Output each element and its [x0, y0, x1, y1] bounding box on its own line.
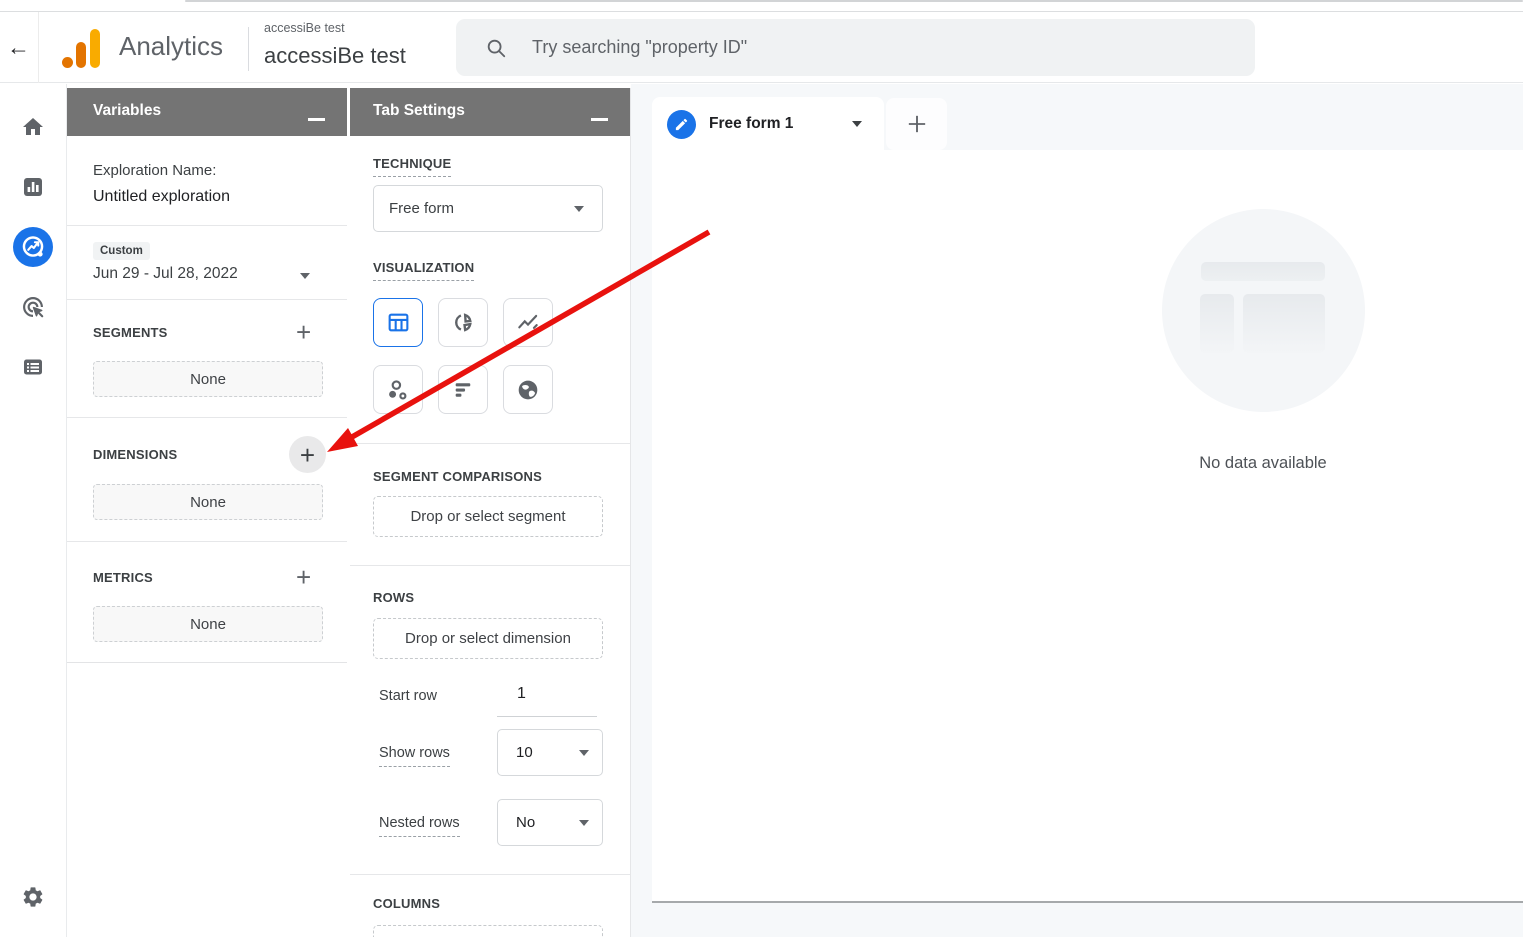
- exploration-name-value[interactable]: Untitled exploration: [93, 188, 230, 206]
- show-rows-select[interactable]: 10: [497, 729, 603, 776]
- header-divider: [248, 27, 249, 71]
- tab-settings-panel: Tab Settings TECHNIQUE Free form VISUALI…: [350, 88, 631, 937]
- segments-none-chip[interactable]: None: [93, 361, 323, 397]
- tab-settings-title: Tab Settings: [373, 102, 465, 120]
- nav-reports-icon[interactable]: [13, 167, 53, 207]
- rows-drop-target[interactable]: Drop or select dimension: [373, 618, 603, 659]
- tab-label: Free form 1: [709, 115, 793, 133]
- edit-pencil-icon: [667, 110, 696, 139]
- browser-top-strip: [0, 0, 1523, 12]
- start-row-underline: [497, 716, 597, 717]
- report-canvas: No data available: [652, 150, 1523, 903]
- date-caret-icon: [300, 273, 310, 279]
- viz-line-chart-icon[interactable]: [503, 298, 553, 347]
- show-rows-value: 10: [516, 744, 533, 761]
- nav-home-icon[interactable]: [13, 107, 53, 147]
- nested-rows-label: Nested rows: [379, 815, 460, 837]
- dimensions-none-chip[interactable]: None: [93, 484, 323, 520]
- show-rows-label: Show rows: [379, 745, 450, 767]
- tab-caret-icon[interactable]: [852, 121, 862, 127]
- minimize-tab-settings-button[interactable]: [591, 118, 608, 121]
- search-input[interactable]: [532, 37, 1182, 58]
- add-tab-button[interactable]: [886, 98, 947, 150]
- viz-geo-map-icon[interactable]: [503, 365, 553, 414]
- technique-select[interactable]: Free form: [373, 185, 603, 232]
- product-name: Analytics: [119, 31, 223, 62]
- back-icon[interactable]: ←: [7, 34, 30, 61]
- no-data-message: No data available: [1063, 454, 1463, 473]
- dimensions-label: DIMENSIONS: [93, 447, 177, 462]
- viz-scatter-plot-icon[interactable]: [373, 365, 423, 414]
- add-dimension-button[interactable]: +: [289, 436, 326, 473]
- columns-label: COLUMNS: [373, 896, 440, 911]
- technique-label: TECHNIQUE: [373, 156, 451, 177]
- show-rows-caret-icon: [579, 750, 589, 756]
- variables-panel: Variables Exploration Name: Untitled exp…: [67, 88, 347, 663]
- tab-free-form-1[interactable]: Free form 1: [652, 97, 884, 151]
- minimize-variables-button[interactable]: [308, 118, 325, 121]
- search-bar[interactable]: [456, 19, 1255, 76]
- viz-table-icon[interactable]: [373, 298, 423, 347]
- date-range-selector[interactable]: Jun 29 - Jul 28, 2022: [93, 265, 238, 283]
- main-area: Free form 1 No data available: [631, 84, 1523, 937]
- start-row-value[interactable]: 1: [517, 685, 526, 703]
- start-row-label: Start row: [379, 688, 437, 704]
- nav-rail: [0, 84, 67, 937]
- technique-caret-icon: [574, 206, 584, 212]
- nav-explore-icon[interactable]: [13, 227, 53, 267]
- property-switcher[interactable]: accessiBe test: [264, 43, 406, 69]
- add-metric-button[interactable]: +: [296, 565, 311, 589]
- nested-rows-caret-icon: [579, 820, 589, 826]
- segments-label: SEGMENTS: [93, 325, 168, 340]
- add-segment-button[interactable]: +: [296, 320, 311, 344]
- segment-comparisons-label: SEGMENT COMPARISONS: [373, 469, 542, 484]
- search-icon: [485, 37, 507, 59]
- date-custom-badge: Custom: [93, 242, 150, 260]
- analytics-logo-icon[interactable]: [60, 28, 106, 68]
- empty-state-illustration: [1162, 209, 1365, 412]
- browser-artifact: [185, 0, 1523, 2]
- columns-drop-target[interactable]: [373, 925, 603, 937]
- nested-rows-select[interactable]: No: [497, 799, 603, 846]
- tab-settings-header: Tab Settings: [350, 88, 630, 136]
- plus-icon: [903, 110, 931, 138]
- metrics-none-chip[interactable]: None: [93, 606, 323, 642]
- app-header: ← Analytics accessiBe test accessiBe tes…: [0, 13, 1523, 83]
- metrics-label: METRICS: [93, 570, 153, 585]
- nested-rows-value: No: [516, 814, 535, 831]
- variables-panel-header: Variables: [67, 88, 347, 136]
- nav-advertising-icon[interactable]: [13, 287, 53, 327]
- technique-value: Free form: [389, 200, 454, 217]
- segment-drop-target[interactable]: Drop or select segment: [373, 496, 603, 537]
- settings-gear-icon[interactable]: [13, 877, 53, 917]
- back-zone: ←: [0, 12, 39, 83]
- viz-donut-chart-icon[interactable]: [438, 298, 488, 347]
- viz-bar-chart-icon[interactable]: [438, 365, 488, 414]
- visualization-label: VISUALIZATION: [373, 260, 474, 281]
- variables-title: Variables: [93, 102, 161, 120]
- nav-library-icon[interactable]: [13, 347, 53, 387]
- rows-label: ROWS: [373, 590, 414, 605]
- exploration-name-label: Exploration Name:: [93, 162, 216, 179]
- account-label: accessiBe test: [264, 21, 345, 35]
